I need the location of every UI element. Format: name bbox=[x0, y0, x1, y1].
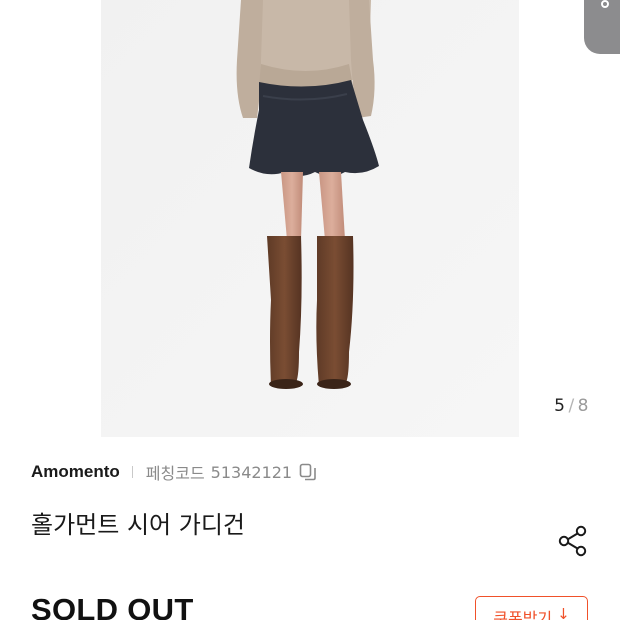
floating-action-button[interactable] bbox=[584, 0, 620, 54]
product-detail-page: 5/8 Amomento 페칭코드 51342121 홀가먼트 시어 가디건 S… bbox=[0, 0, 620, 620]
product-title: 홀가먼트 시어 가디건 bbox=[31, 511, 245, 539]
arrow-down-icon: ↓ bbox=[557, 605, 570, 620]
pager-total: 8 bbox=[577, 396, 589, 416]
coupon-button-label: 쿠폰받기 bbox=[493, 609, 553, 620]
model-illustration bbox=[101, 0, 519, 437]
product-photo[interactable] bbox=[101, 0, 519, 437]
meta-divider bbox=[131, 466, 133, 478]
pager-separator: / bbox=[568, 396, 575, 416]
coupon-download-button[interactable]: 쿠폰받기 ↓ bbox=[475, 596, 588, 620]
product-code-label: 페칭코드 bbox=[145, 464, 205, 483]
product-image-gallery[interactable]: 5/8 bbox=[0, 0, 620, 437]
brand-link[interactable]: Amomento bbox=[31, 462, 120, 482]
image-pager: 5/8 bbox=[554, 396, 589, 416]
indicator-icon bbox=[601, 0, 609, 8]
sold-out-status: SOLD OUT bbox=[31, 592, 194, 620]
copy-icon[interactable] bbox=[299, 463, 317, 482]
pager-current: 5 bbox=[554, 396, 566, 416]
product-code-value: 51342121 bbox=[210, 462, 293, 482]
product-meta-row: Amomento 페칭코드 51342121 bbox=[31, 461, 317, 483]
share-icon[interactable] bbox=[556, 524, 590, 558]
